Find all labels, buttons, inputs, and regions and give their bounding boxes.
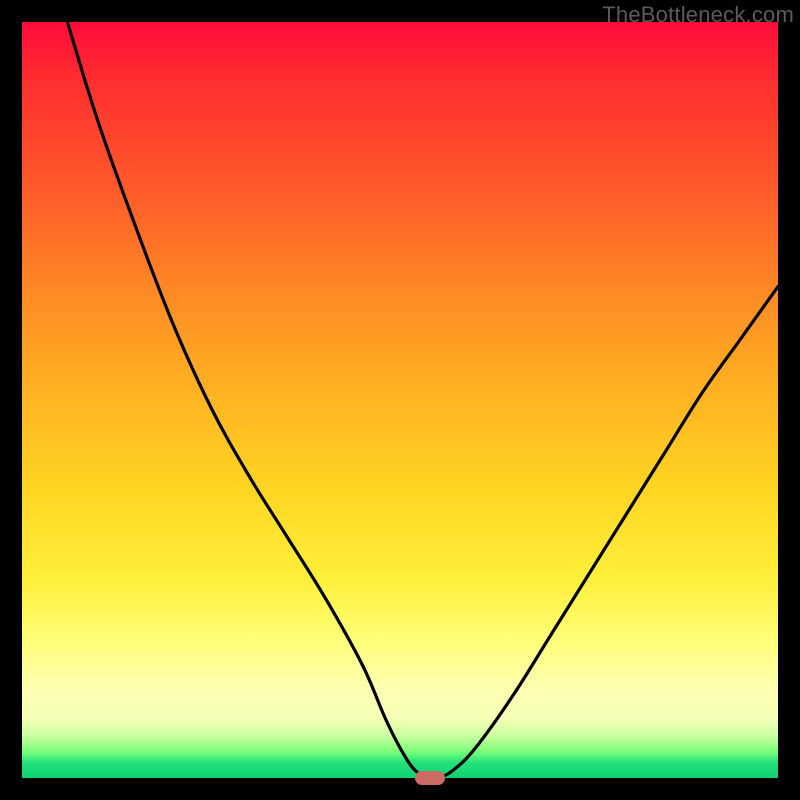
chart-frame: TheBottleneck.com	[0, 0, 800, 800]
bottleneck-curve	[22, 22, 778, 778]
watermark-text: TheBottleneck.com	[602, 2, 794, 28]
optimum-marker	[415, 771, 445, 785]
plot-area	[22, 22, 778, 778]
